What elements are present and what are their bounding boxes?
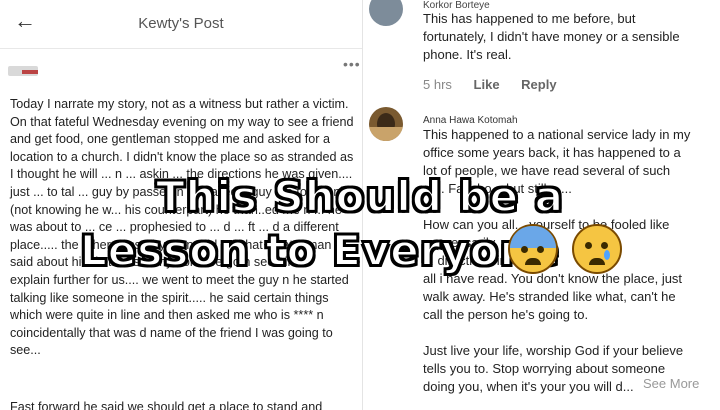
comment-time: 5 hrs <box>423 77 452 92</box>
emoji-eye <box>537 246 544 253</box>
author-mark <box>22 70 38 74</box>
avatar-background <box>369 127 403 141</box>
comment-author[interactable]: Anna Hawa Kotomah <box>423 115 518 126</box>
comment-text: This has happened to me before, but fort… <box>423 11 680 62</box>
emoji-eye <box>521 246 528 253</box>
anxious-face-icon <box>508 224 558 274</box>
see-more-link[interactable]: See More <box>643 376 699 391</box>
more-options-icon[interactable]: ••• <box>343 56 361 72</box>
avatar[interactable] <box>369 0 403 26</box>
like-button[interactable]: Like <box>474 77 500 92</box>
reply-button[interactable]: Reply <box>521 77 556 92</box>
post-header: ← Kewty's Post <box>0 0 362 49</box>
emoji-mouth <box>589 258 605 265</box>
post-body-continued: Fast forward he said we should get a pla… <box>10 400 323 410</box>
emoji-eye <box>585 242 592 249</box>
emoji-forehead <box>510 226 556 248</box>
emoji-tear <box>604 250 610 260</box>
comment-actions: 5 hrs Like Reply <box>423 77 575 92</box>
emoji-mouth <box>525 258 541 265</box>
page-title: Kewty's Post <box>138 15 224 32</box>
emoji-eye <box>601 242 608 249</box>
avatar[interactable] <box>369 107 403 141</box>
overlay-caption-line1: This Should be a <box>155 171 565 222</box>
crying-face-icon <box>572 224 622 274</box>
